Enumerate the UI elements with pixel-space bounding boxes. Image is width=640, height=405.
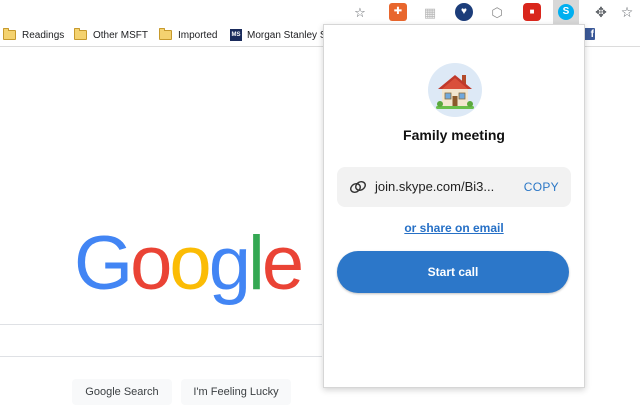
- shield-extension-icon[interactable]: ⬡: [488, 3, 506, 21]
- bookmark-label: Other MSFT: [93, 29, 149, 41]
- star-settings-icon[interactable]: ☆: [351, 3, 369, 21]
- meeting-title: Family meeting: [403, 127, 505, 143]
- house-icon: [436, 75, 474, 109]
- browser-toolbar: ☆ ✚ ▦ ♥ ⬡ ■ S ✥ ☆: [0, 0, 640, 24]
- puzzle-icon[interactable]: ✥: [592, 3, 610, 21]
- logo-letter: o: [130, 221, 172, 306]
- skype-icon: S: [558, 4, 574, 20]
- logo-letter: g: [208, 221, 251, 306]
- start-call-button[interactable]: Start call: [337, 251, 569, 293]
- logo-letter: l: [247, 221, 265, 306]
- logo-letter: o: [169, 221, 211, 306]
- share-on-email-link[interactable]: or share on email: [324, 221, 584, 235]
- red-extension-icon[interactable]: ■: [523, 3, 541, 21]
- heart-extension-icon[interactable]: ♥: [455, 3, 473, 21]
- skype-active-tab[interactable]: S: [553, 0, 579, 24]
- meeting-avatar: [428, 63, 482, 117]
- logo-letter: G: [74, 221, 133, 306]
- copy-link-button[interactable]: COPY: [524, 180, 559, 194]
- bookmark-readings[interactable]: Readings: [3, 28, 64, 42]
- bookmark-label: Imported: [178, 29, 218, 41]
- search-input[interactable]: [0, 324, 322, 357]
- folder-icon: [3, 28, 16, 40]
- skype-meeting-popup: Family meeting join.skype.com/Bi3... COP…: [323, 24, 585, 388]
- bookmark-label: Morgan Stanley S: [247, 29, 327, 41]
- morgan-stanley-icon: MS: [230, 29, 242, 41]
- bookmark-imported[interactable]: Imported: [159, 28, 217, 42]
- meeting-link-box: join.skype.com/Bi3... COPY: [337, 167, 571, 207]
- grid-extension-icon[interactable]: ▦: [421, 3, 439, 21]
- folder-icon: [74, 28, 87, 40]
- google-logo: Google: [74, 226, 304, 302]
- orange-extension-icon[interactable]: ✚: [389, 3, 407, 21]
- link-icon: [350, 181, 366, 193]
- logo-letter: e: [261, 221, 304, 306]
- feeling-lucky-button[interactable]: I'm Feeling Lucky: [181, 379, 291, 405]
- google-search-button[interactable]: Google Search: [72, 379, 172, 405]
- meeting-link-text[interactable]: join.skype.com/Bi3...: [375, 179, 494, 194]
- bookmark-morgan-stanley[interactable]: MS Morgan Stanley S: [230, 28, 327, 42]
- bookmark-label: Readings: [22, 29, 65, 41]
- folder-icon: [159, 28, 172, 40]
- bookmark-star-icon[interactable]: ☆: [618, 3, 636, 21]
- bookmark-other-msft[interactable]: Other MSFT: [74, 28, 148, 42]
